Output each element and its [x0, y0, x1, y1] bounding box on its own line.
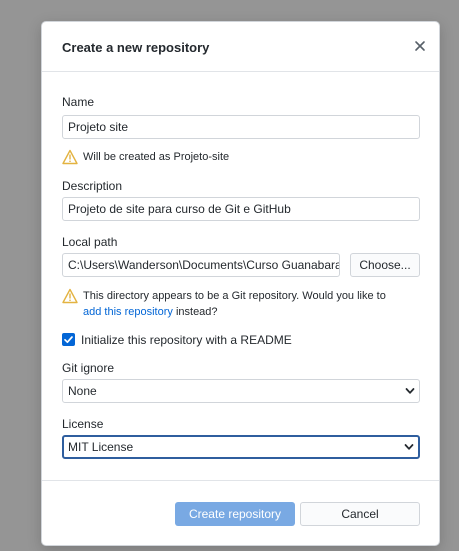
dialog-header: Create a new repository — [42, 22, 439, 72]
warning-icon — [62, 149, 78, 165]
license-value: MIT License — [68, 440, 134, 454]
local-path-warning-text: This directory appears to be a Git repos… — [83, 290, 386, 302]
git-ignore-select[interactable]: None — [62, 379, 420, 403]
name-warning-text: Will be created as Projeto-site — [83, 151, 230, 163]
close-icon[interactable] — [411, 37, 429, 55]
git-ignore-label: Git ignore — [62, 361, 115, 375]
footer-divider — [42, 480, 439, 481]
warning-icon — [62, 288, 78, 304]
chevron-down-icon — [404, 442, 414, 452]
description-input[interactable]: Projeto de site para curso de Git e GitH… — [62, 197, 420, 221]
choose-button[interactable]: Choose... — [350, 253, 420, 277]
local-path-input[interactable]: C:\Users\Wanderson\Documents\Curso Guana… — [62, 253, 340, 277]
add-repository-link[interactable]: add this repository — [83, 306, 173, 318]
license-select[interactable]: MIT License — [62, 435, 420, 459]
license-label: License — [62, 417, 104, 431]
local-path-warning-line2: add this repository instead? — [83, 304, 218, 320]
create-repository-button[interactable]: Create repository — [175, 502, 295, 526]
local-path-label: Local path — [62, 235, 118, 249]
warning-suffix: instead? — [172, 306, 218, 318]
create-repository-dialog: Create a new repository Name Projeto sit… — [41, 21, 440, 546]
git-ignore-value: None — [68, 384, 97, 398]
readme-checkbox[interactable] — [62, 333, 75, 346]
name-input[interactable]: Projeto site — [62, 115, 420, 139]
dialog-title: Create a new repository — [62, 40, 210, 55]
readme-label: Initialize this repository with a README — [81, 333, 292, 347]
description-label: Description — [62, 179, 123, 193]
cancel-button[interactable]: Cancel — [300, 502, 420, 526]
name-label: Name — [62, 95, 95, 109]
chevron-down-icon — [405, 386, 415, 396]
